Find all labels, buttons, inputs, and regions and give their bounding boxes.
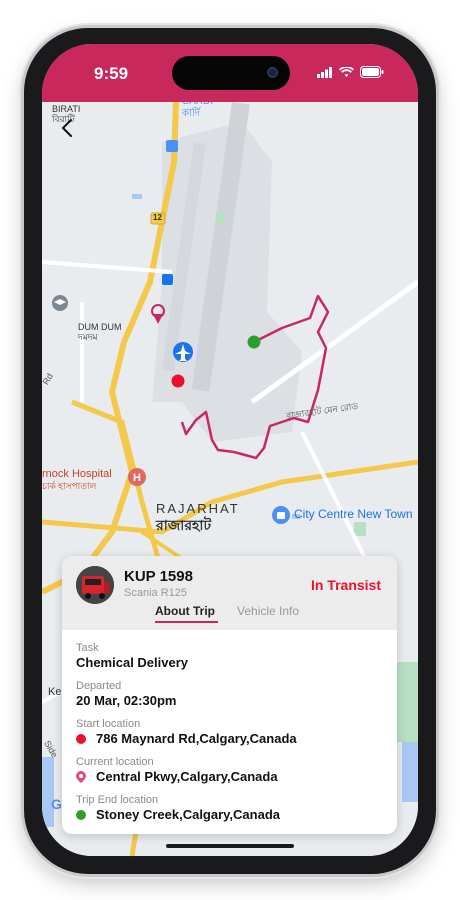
wifi-icon	[339, 66, 354, 77]
signal-icon	[317, 66, 332, 78]
battery-icon	[360, 66, 384, 78]
start-location-value: 786 Maynard Rd,Calgary,Canada	[96, 731, 297, 746]
truck-icon	[76, 566, 114, 604]
end-location-value: Stoney Creek,Calgary,Canada	[96, 807, 280, 822]
trip-status-badge: In Transist	[310, 577, 381, 593]
clock: 9:59	[94, 64, 129, 83]
map-label-rajarhat: RAJARHAT রাজারহাট	[156, 501, 240, 533]
current-location: Central Pkwy,Calgary,Canada	[76, 769, 383, 785]
building-icon	[166, 140, 178, 152]
start-location: 786 Maynard Rd,Calgary,Canada	[76, 731, 383, 747]
start-location-row: Start location 786 Maynard Rd,Calgary,Ca…	[76, 718, 383, 747]
task-label: Task	[76, 642, 99, 654]
departed-label: Departed	[76, 680, 122, 692]
map-label-hospital: rnock Hospital চার্ক হাসপাতাল	[42, 468, 112, 491]
map-label-road-badge: 12	[153, 213, 162, 222]
trip-details-card: KUP 1598 Scania R125 In Transist About T…	[62, 556, 397, 834]
card-header: KUP 1598 Scania R125 In Transist About T…	[62, 556, 397, 630]
task-row: Task Chemical Delivery	[76, 642, 383, 671]
end-location: Stoney Creek,Calgary,Canada	[76, 807, 383, 823]
school-icon	[52, 295, 68, 311]
google-logo: G	[51, 796, 62, 812]
home-indicator[interactable]	[166, 844, 294, 848]
vehicle-number: KUP 1598	[124, 568, 193, 585]
truck-avatar	[76, 566, 114, 604]
airport-icon	[173, 342, 193, 362]
start-dot-icon	[76, 734, 86, 744]
hospital-icon: H	[128, 468, 146, 486]
end-dot-icon	[76, 810, 86, 820]
current-location-row: Current location Central Pkwy,Calgary,Ca…	[76, 756, 383, 785]
departed-row: Departed 20 Mar, 02:30pm	[76, 680, 383, 709]
camera-icon	[267, 67, 278, 78]
shopping-icon	[272, 506, 290, 524]
active-tab-indicator	[155, 621, 218, 623]
tab-about-trip[interactable]: About Trip	[155, 604, 215, 618]
status-bar: 9:59	[42, 44, 418, 102]
train-station-icon	[162, 274, 173, 285]
location-pin-icon	[76, 771, 86, 783]
start-location-label: Start location	[76, 718, 141, 730]
dynamic-island	[172, 56, 290, 90]
screen: H G BIRATI বিরাটি CARDI কার্দি 12	[42, 44, 418, 856]
current-location-value: Central Pkwy,Calgary,Canada	[96, 769, 278, 784]
end-location-label: Trip End location	[76, 794, 159, 806]
end-marker[interactable]	[247, 335, 261, 349]
svg-text:H: H	[133, 472, 141, 484]
departed-value: 20 Mar, 02:30pm	[76, 693, 177, 708]
card-body: Task Chemical Delivery Departed 20 Mar, …	[62, 630, 397, 823]
vehicle-model: Scania R125	[124, 587, 187, 599]
back-arrow-icon[interactable]	[58, 118, 78, 138]
map-label-dumdum: DUM DUM দমদম	[78, 322, 122, 342]
map-label-ke: Ke	[48, 686, 62, 698]
start-marker[interactable]	[171, 374, 185, 388]
map-label-city-centre: City Centre New Town	[294, 507, 413, 521]
current-location-label: Current location	[76, 756, 154, 768]
task-value: Chemical Delivery	[76, 655, 189, 670]
tab-vehicle-info[interactable]: Vehicle Info	[237, 604, 299, 618]
end-location-row: Trip End location Stoney Creek,Calgary,C…	[76, 794, 383, 823]
